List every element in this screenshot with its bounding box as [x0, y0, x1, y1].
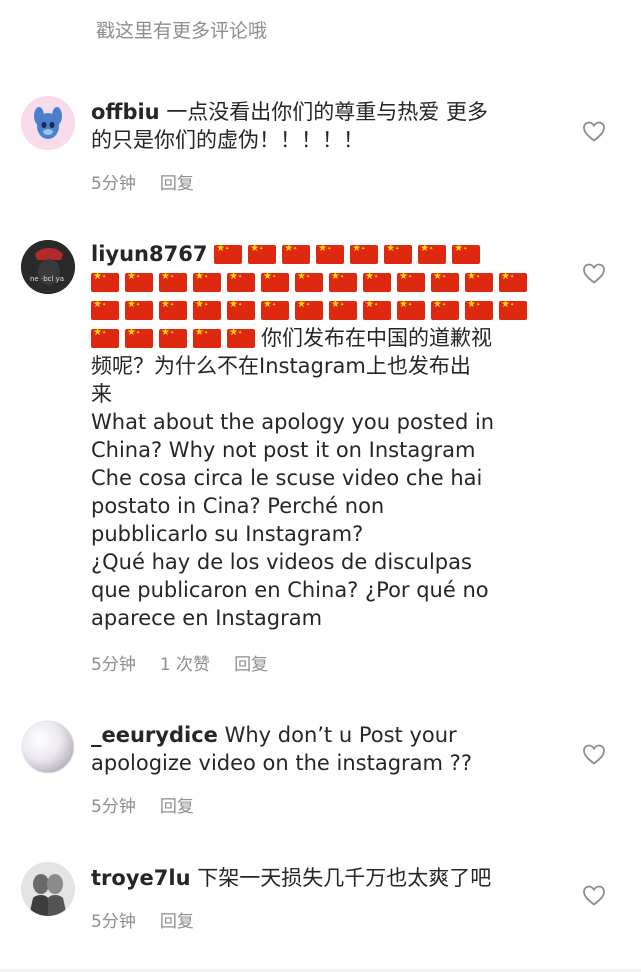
- china-flag-emoji-icon: [125, 271, 153, 292]
- comment-text: aparece en Instagram: [91, 606, 323, 630]
- comment-body: _eeurydice Why don’t u Post your apologi…: [91, 721, 571, 777]
- avatar-image: [21, 96, 75, 150]
- china-flag-emoji-icon: [431, 299, 459, 320]
- china-flag-emoji-icon: [452, 243, 481, 264]
- flag-emoji-row: [91, 268, 531, 296]
- comment-text: Che cosa circa le scuse video che hai: [91, 466, 483, 490]
- svg-text:ne ·bcl ya: ne ·bcl ya: [30, 275, 64, 283]
- comment-username[interactable]: liyun8767: [91, 242, 207, 266]
- china-flag-emoji-icon: [418, 243, 447, 264]
- china-flag-emoji-icon: [282, 243, 311, 264]
- heart-outline-icon[interactable]: [582, 884, 606, 906]
- flag-emoji-row: [91, 326, 261, 350]
- comment-text: Why don’t u Post your: [224, 723, 457, 747]
- china-flag-emoji-icon: [431, 271, 459, 292]
- china-flag-emoji-icon: [499, 299, 527, 320]
- china-flag-emoji-icon: [91, 299, 119, 320]
- more-comments-link[interactable]: 戳这里有更多评论哦: [96, 16, 267, 43]
- comment-text: 下架一天损失几千万也太爽了吧: [197, 866, 492, 890]
- comment-time: 5分钟: [91, 912, 136, 932]
- comment-time: 5分钟: [91, 655, 136, 675]
- avatar-image: [21, 862, 75, 916]
- china-flag-emoji-icon: [227, 299, 255, 320]
- comment-text: 的只是你们的虚伪！！！！！: [91, 128, 364, 152]
- comment-meta: 5分钟 回复: [91, 907, 218, 932]
- comment-text: What about the apology you posted in: [91, 410, 495, 434]
- comment-meta: 5分钟 回复: [91, 792, 218, 817]
- china-flag-emoji-icon: [227, 327, 255, 348]
- avatar-image: [21, 720, 75, 774]
- reply-button[interactable]: 回复: [160, 912, 194, 932]
- avatar[interactable]: [21, 862, 75, 916]
- china-flag-emoji-icon: [91, 327, 119, 348]
- china-flag-emoji-icon: [193, 271, 221, 292]
- comment-text: 频呢？为什么不在Instagram上也发布出: [91, 354, 471, 378]
- comment-username[interactable]: troye7lu: [91, 866, 191, 890]
- heart-outline-icon[interactable]: [582, 743, 606, 765]
- reply-button[interactable]: 回复: [160, 174, 194, 194]
- china-flag-emoji-icon: [227, 271, 255, 292]
- comment-meta: 5分钟 1 次赞 回复: [91, 650, 292, 675]
- china-flag-emoji-icon: [91, 271, 119, 292]
- comment-body: troye7lu 下架一天损失几千万也太爽了吧: [91, 864, 571, 892]
- china-flag-emoji-icon: [248, 243, 277, 264]
- comment-text: postato in Cina? Perché non: [91, 494, 385, 518]
- avatar-image: ne ·bcl ya: [21, 240, 75, 294]
- china-flag-emoji-icon: [193, 299, 221, 320]
- china-flag-emoji-icon: [214, 243, 243, 264]
- comment-text: pubblicarlo su Instagram?: [91, 522, 364, 546]
- china-flag-emoji-icon: [125, 327, 153, 348]
- heart-outline-icon[interactable]: [582, 262, 606, 284]
- china-flag-emoji-icon: [329, 271, 357, 292]
- china-flag-emoji-icon: [397, 299, 425, 320]
- comment-time: 5分钟: [91, 797, 136, 817]
- comment-text: 来: [91, 382, 112, 406]
- like-count[interactable]: 1 次赞: [160, 655, 210, 675]
- china-flag-emoji-icon: [363, 299, 391, 320]
- heart-outline-icon[interactable]: [582, 120, 606, 142]
- china-flag-emoji-icon: [329, 299, 357, 320]
- comment-body: liyun8767 你们发布在中国的道歉视 频呢？为什么不在Instagram上…: [91, 240, 531, 632]
- china-flag-emoji-icon: [384, 243, 413, 264]
- comment-time: 5分钟: [91, 174, 136, 194]
- comment-username[interactable]: _eeurydice: [91, 723, 218, 747]
- china-flag-emoji-icon: [295, 299, 323, 320]
- avatar[interactable]: [21, 96, 75, 150]
- comment-meta: 5分钟 回复: [91, 169, 218, 194]
- china-flag-emoji-icon: [465, 299, 493, 320]
- reply-button[interactable]: 回复: [234, 655, 268, 675]
- avatar[interactable]: ne ·bcl ya: [21, 240, 75, 294]
- comment-username[interactable]: offbiu: [91, 100, 160, 124]
- avatar[interactable]: [21, 720, 75, 774]
- china-flag-emoji-icon: [350, 243, 379, 264]
- china-flag-emoji-icon: [295, 271, 323, 292]
- china-flag-emoji-icon: [261, 271, 289, 292]
- flag-emoji-row: [214, 242, 486, 266]
- china-flag-emoji-icon: [159, 271, 187, 292]
- china-flag-emoji-icon: [316, 243, 345, 264]
- reply-button[interactable]: 回复: [160, 797, 194, 817]
- comment-text: apologize video on the instagram ??: [91, 751, 472, 775]
- china-flag-emoji-icon: [125, 299, 153, 320]
- china-flag-emoji-icon: [261, 299, 289, 320]
- flag-emoji-row: [91, 296, 531, 324]
- comment-text: 一点没看出你们的尊重与热爱 更多: [166, 100, 488, 124]
- comment-text: China? Why not post it on Instagram: [91, 438, 476, 462]
- china-flag-emoji-icon: [193, 327, 221, 348]
- china-flag-emoji-icon: [465, 271, 493, 292]
- china-flag-emoji-icon: [363, 271, 391, 292]
- comment-text: 你们发布在中国的道歉视: [261, 326, 492, 350]
- china-flag-emoji-icon: [159, 299, 187, 320]
- china-flag-emoji-icon: [397, 271, 425, 292]
- comment-body: offbiu 一点没看出你们的尊重与热爱 更多 的只是你们的虚伪！！！！！: [91, 98, 571, 154]
- comment-text: ¿Qué hay de los videos de disculpas: [91, 550, 472, 574]
- comment-text: que publicaron en China? ¿Por qué no: [91, 578, 489, 602]
- china-flag-emoji-icon: [499, 271, 527, 292]
- china-flag-emoji-icon: [159, 327, 187, 348]
